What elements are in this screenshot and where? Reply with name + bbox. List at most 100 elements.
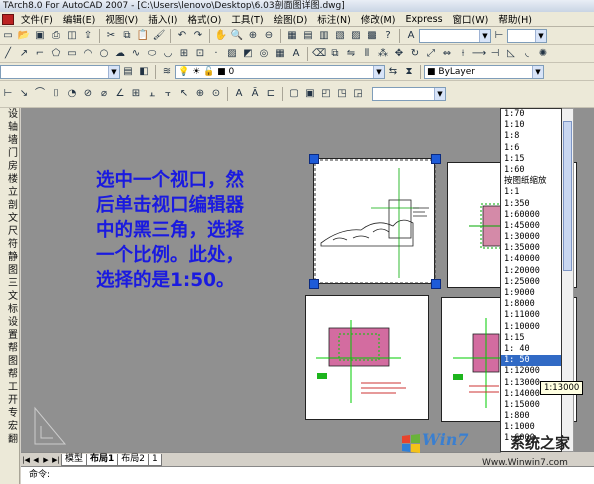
- rotate-icon[interactable]: ↻: [408, 47, 422, 61]
- table-icon[interactable]: ▦: [273, 47, 287, 61]
- side-menu-item[interactable]: 房: [0, 160, 20, 173]
- make-current-layer-icon[interactable]: ⇆: [386, 65, 400, 79]
- zoom-realtime-icon[interactable]: 🔍: [230, 29, 244, 43]
- dim-text-edit-icon[interactable]: Ā: [248, 87, 262, 101]
- scale-option[interactable]: 1:35000: [501, 243, 561, 254]
- scale-option[interactable]: 1:25000: [501, 277, 561, 288]
- chevron-down-icon[interactable]: ▼: [434, 88, 445, 100]
- scale-option[interactable]: 1:12000: [501, 366, 561, 377]
- menu-tools[interactable]: 工具(T): [226, 12, 268, 26]
- side-menu-item[interactable]: 开: [0, 394, 20, 407]
- app-icon[interactable]: [2, 13, 14, 25]
- mirror-icon[interactable]: ⇋: [344, 47, 358, 61]
- layer-manager-icon[interactable]: ▤: [121, 65, 135, 79]
- spline-icon[interactable]: ∿: [129, 47, 143, 61]
- scale-option[interactable]: 1:40000: [501, 254, 561, 265]
- construction-line-icon[interactable]: ↗: [17, 47, 31, 61]
- scale-option[interactable]: 1:20000: [501, 266, 561, 277]
- cut-icon[interactable]: ✂: [104, 29, 118, 43]
- scale-option[interactable]: 按图纸缩放: [501, 176, 561, 187]
- menu-view[interactable]: 视图(V): [100, 12, 143, 26]
- side-menu-item[interactable]: 轴: [0, 121, 20, 134]
- dimension-diameter-icon[interactable]: ⌀: [97, 87, 111, 101]
- menu-edit[interactable]: 编辑(E): [58, 12, 100, 26]
- side-menu-item[interactable]: 门: [0, 147, 20, 160]
- scale-option[interactable]: 1:6: [501, 143, 561, 154]
- side-menu-item[interactable]: 设: [0, 316, 20, 329]
- circle-icon[interactable]: ○: [97, 47, 111, 61]
- side-menu-item[interactable]: 楼: [0, 173, 20, 186]
- viewport-single-icon[interactable]: ▢: [287, 87, 301, 101]
- polyline-icon[interactable]: ⌐: [33, 47, 47, 61]
- side-menu-item[interactable]: 三: [0, 277, 20, 290]
- command-line[interactable]: 命令:: [21, 466, 594, 484]
- erase-icon[interactable]: ⌫: [312, 47, 326, 61]
- copy-object-icon[interactable]: ⧉: [328, 47, 342, 61]
- scale-option[interactable]: 1:45000: [501, 221, 561, 232]
- menu-insert[interactable]: 插入(I): [143, 12, 182, 26]
- help-icon[interactable]: ?: [381, 29, 395, 43]
- viewport-clip-icon[interactable]: ◲: [351, 87, 365, 101]
- side-menu-item[interactable]: 帮: [0, 368, 20, 381]
- layer-properties-icon[interactable]: ◧: [137, 65, 151, 79]
- dimension-arc-icon[interactable]: ⌒: [33, 87, 47, 101]
- side-menu-item[interactable]: 设: [0, 108, 20, 121]
- menu-dimension[interactable]: 标注(N): [312, 12, 356, 26]
- scale-option[interactable]: 1: 40: [501, 344, 561, 355]
- print-icon[interactable]: ⎙: [49, 29, 63, 43]
- layer-stack-icon[interactable]: ≋: [160, 65, 174, 79]
- side-menu-item[interactable]: 静: [0, 251, 20, 264]
- scale-option[interactable]: 1: 50: [501, 355, 561, 367]
- color-select[interactable]: ■ ByLayer ▼: [424, 64, 544, 79]
- tolerance-icon[interactable]: ⊕: [193, 87, 207, 101]
- side-menu-item[interactable]: 文: [0, 290, 20, 303]
- revision-cloud-icon[interactable]: ☁: [113, 47, 127, 61]
- side-menu-item[interactable]: 剖: [0, 199, 20, 212]
- side-menu-item[interactable]: 立: [0, 186, 20, 199]
- menu-format[interactable]: 格式(O): [182, 12, 226, 26]
- rectangle-icon[interactable]: ▭: [65, 47, 79, 61]
- fillet-icon[interactable]: ◟: [520, 47, 534, 61]
- scale-option[interactable]: 1:60000: [501, 210, 561, 221]
- tab-layout1[interactable]: 布局1: [86, 453, 119, 466]
- dimension-angular-icon[interactable]: ∠: [113, 87, 127, 101]
- leader-icon[interactable]: ↖: [177, 87, 191, 101]
- continue-icon[interactable]: ⫟: [161, 87, 175, 101]
- new-icon[interactable]: ▭: [1, 29, 15, 43]
- trim-icon[interactable]: ⟊: [456, 47, 470, 61]
- copy-icon[interactable]: ⧉: [120, 29, 134, 43]
- scale-option[interactable]: 1:11000: [501, 310, 561, 321]
- make-block-icon[interactable]: ⊡: [193, 47, 207, 61]
- scale-option[interactable]: 1:9000: [501, 288, 561, 299]
- arc-icon[interactable]: ◠: [81, 47, 95, 61]
- insert-block-icon[interactable]: ⊞: [177, 47, 191, 61]
- grip-handle-top-left[interactable]: [309, 154, 319, 164]
- side-menu-item[interactable]: 符: [0, 238, 20, 251]
- polygon-icon[interactable]: ⬠: [49, 47, 63, 61]
- layer-select[interactable]: 💡 ☀ 🔓 ■ 0 ▼: [175, 64, 385, 79]
- scale-option[interactable]: 1:6000: [501, 433, 561, 444]
- menu-draw[interactable]: 绘图(D): [269, 12, 313, 26]
- baseline-icon[interactable]: ⫠: [145, 87, 159, 101]
- point-icon[interactable]: ·: [209, 47, 223, 61]
- side-menu-item[interactable]: 图: [0, 264, 20, 277]
- dimension-radius-icon[interactable]: ◔: [65, 87, 79, 101]
- text-style-icon[interactable]: A: [404, 29, 418, 43]
- dropdown-scrollbar[interactable]: [562, 108, 574, 452]
- gradient-icon[interactable]: ◩: [241, 47, 255, 61]
- side-menu-item[interactable]: 专: [0, 407, 20, 420]
- side-menu-item[interactable]: 翻: [0, 433, 20, 446]
- side-menu-item[interactable]: 帮: [0, 342, 20, 355]
- scale-option[interactable]: 1:1: [501, 187, 561, 198]
- array-icon[interactable]: ⁂: [376, 47, 390, 61]
- viewport-convert-icon[interactable]: ◳: [335, 87, 349, 101]
- viewport-polygon-icon[interactable]: ◰: [319, 87, 333, 101]
- grip-handle-top-right[interactable]: [431, 154, 441, 164]
- scale-dropdown-list[interactable]: 1:70 1:10 1:8 1:6 1:15 1:60 按图纸缩放 1:1 1:350 1:600…: [500, 108, 562, 452]
- hatch-icon[interactable]: ▨: [225, 47, 239, 61]
- design-center-icon[interactable]: ▤: [301, 29, 315, 43]
- tab-layout3[interactable]: 1: [148, 453, 162, 466]
- break-icon[interactable]: ⊣: [488, 47, 502, 61]
- calculator-icon[interactable]: ▩: [365, 29, 379, 43]
- viewport-dialog-icon[interactable]: ▣: [303, 87, 317, 101]
